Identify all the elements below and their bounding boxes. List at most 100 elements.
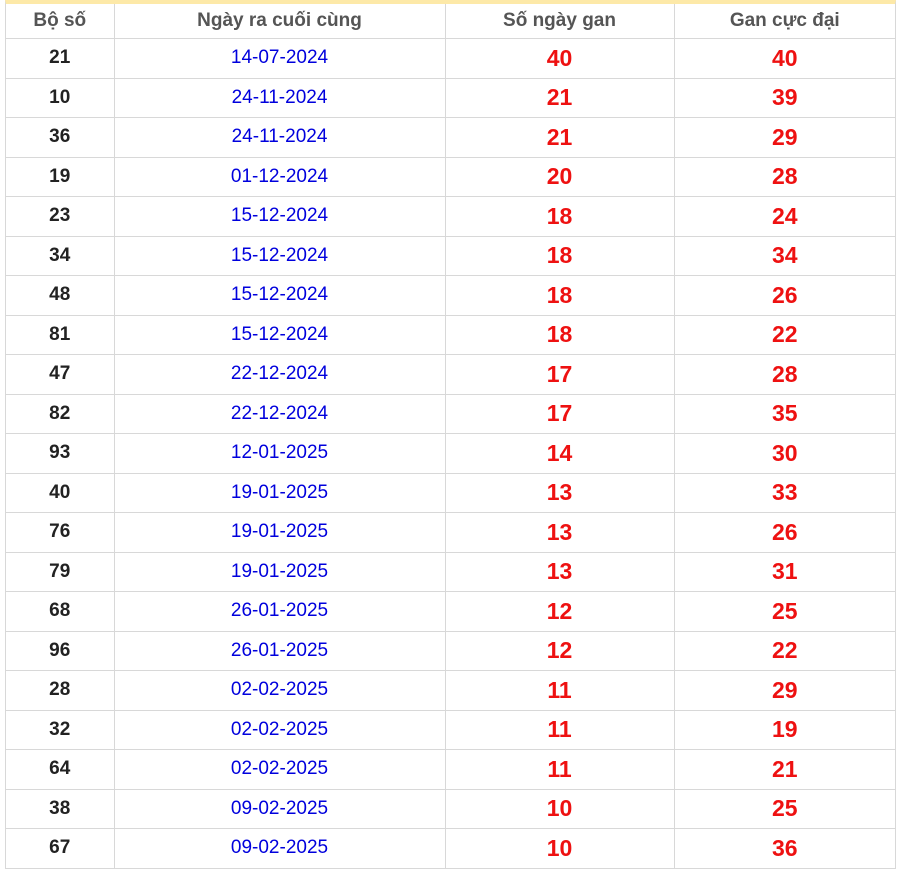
last-date-cell: 15-12-2024 <box>114 196 446 237</box>
last-date-cell: 09-02-2025 <box>114 789 446 829</box>
table-row: 48 15-12-2024 18 26 <box>6 275 895 316</box>
number-cell: 32 <box>6 710 115 750</box>
number-cell: 21 <box>6 38 115 79</box>
table-row: 34 15-12-2024 18 34 <box>6 236 895 276</box>
gan-days-cell: 21 <box>445 78 675 118</box>
last-date-cell: 15-12-2024 <box>114 236 446 276</box>
max-gan-cell: 31 <box>674 552 895 592</box>
max-gan-cell: 19 <box>674 710 895 750</box>
number-cell: 34 <box>6 236 115 276</box>
table-row: 96 26-01-2025 12 22 <box>6 631 895 671</box>
gan-days-cell: 10 <box>445 828 675 868</box>
number-cell: 76 <box>6 512 115 553</box>
gan-days-cell: 40 <box>445 38 675 79</box>
max-gan-cell: 40 <box>674 38 895 79</box>
number-cell: 81 <box>6 315 115 355</box>
max-gan-cell: 36 <box>771 834 798 861</box>
table-row: 38 09-02-2025 10 25 <box>6 789 895 829</box>
gan-days-cell: 12 <box>445 631 675 671</box>
last-date-cell: 26-01-2025 <box>114 591 446 632</box>
table-row: 93 12-01-2025 14 30 <box>6 433 895 474</box>
last-date-cell: 02-02-2025 <box>114 710 446 750</box>
gan-days-cell: 18 <box>445 315 675 355</box>
number-cell: 36 <box>6 117 115 158</box>
max-gan-cell: 21 <box>674 749 895 790</box>
header-last-date: Ngày ra cuối cùng <box>114 4 446 39</box>
max-gan-cell: 25 <box>674 789 895 829</box>
number-cell: 38 <box>6 789 115 829</box>
max-gan-cell: 35 <box>674 394 895 434</box>
max-gan-cell: 30 <box>674 433 895 474</box>
gan-statistics-table: Bộ số Ngày ra cuối cùng Số ngày gan Gan … <box>6 4 895 868</box>
last-date-cell: 24-11-2024 <box>114 78 446 118</box>
gan-days-cell: 13 <box>445 512 675 553</box>
last-date-cell: 26-01-2025 <box>114 631 446 671</box>
gan-days-cell: 18 <box>445 236 675 276</box>
table-row: 19 01-12-2024 20 28 <box>6 157 895 197</box>
number-cell: 47 <box>6 354 115 395</box>
number-cell: 48 <box>6 275 115 316</box>
gan-days-cell: 11 <box>445 670 675 711</box>
number-cell: 23 <box>6 196 115 237</box>
last-date-cell: 02-02-2025 <box>114 749 446 790</box>
last-date-cell: 02-02-2025 <box>114 670 446 711</box>
table-row: 10 24-11-2024 21 39 <box>6 78 895 118</box>
table-row: 47 22-12-2024 17 28 <box>6 354 895 395</box>
max-gan-cell: 28 <box>674 157 895 197</box>
header-gan-days: Số ngày gan <box>445 4 675 39</box>
gan-days-cell: 18 <box>445 275 675 316</box>
table-row: 82 22-12-2024 17 35 <box>6 394 895 434</box>
header-number: Bộ số <box>6 4 115 39</box>
number-cell: 67 <box>6 828 115 868</box>
max-gan-cell: 25 <box>674 591 895 632</box>
table-row: 36 24-11-2024 21 29 <box>6 117 895 158</box>
gan-days-cell: 17 <box>445 354 675 395</box>
last-date-cell: 19-01-2025 <box>114 552 446 592</box>
max-gan-cell: 26 <box>674 275 895 316</box>
max-gan-cell: 22 <box>674 631 895 671</box>
last-date-cell: 14-07-2024 <box>114 38 446 79</box>
gan-days-cell: 11 <box>445 710 675 750</box>
table-row: 81 15-12-2024 18 22 <box>6 315 895 355</box>
table-row: 68 26-01-2025 12 25 <box>6 591 895 632</box>
gan-days-cell: 13 <box>445 473 675 513</box>
max-gan-cell: 28 <box>674 354 895 395</box>
table-row: 32 02-02-2025 11 19 <box>6 710 895 750</box>
table-row: 79 19-01-2025 13 31 <box>6 552 895 592</box>
max-gan-cell: 33 <box>674 473 895 513</box>
last-date-cell: 19-01-2025 <box>114 512 446 553</box>
last-date-cell: 15-12-2024 <box>114 275 446 316</box>
number-cell: 82 <box>6 394 115 434</box>
table-row: 23 15-12-2024 18 24 <box>6 196 895 237</box>
last-date-cell: 22-12-2024 <box>114 394 446 434</box>
table-row: 76 19-01-2025 13 26 <box>6 512 895 553</box>
max-gan-cell: 22 <box>674 315 895 355</box>
max-gan-cell: 29 <box>674 670 895 711</box>
max-gan-cell: 29 <box>674 117 895 158</box>
last-date-cell: 15-12-2024 <box>114 315 446 355</box>
last-date-cell: 24-11-2024 <box>114 117 446 158</box>
max-gan-cell: 34 <box>674 236 895 276</box>
max-gan-cell: 26 <box>674 512 895 553</box>
table-row: 67 09-02-2025 10 36 <box>6 828 895 868</box>
number-cell: 79 <box>6 552 115 592</box>
gan-days-cell: 20 <box>445 157 675 197</box>
gan-days-cell: 11 <box>445 749 675 790</box>
gan-days-cell: 18 <box>445 196 675 237</box>
last-date-cell: 12-01-2025 <box>114 433 446 474</box>
gan-days-cell: 21 <box>445 117 675 158</box>
number-cell: 19 <box>6 157 115 197</box>
table-row: 28 02-02-2025 11 29 <box>6 670 895 711</box>
number-cell: 28 <box>6 670 115 711</box>
number-cell: 96 <box>6 631 115 671</box>
gan-days-cell: 10 <box>445 789 675 829</box>
last-date-cell: 09-02-2025 <box>114 828 446 868</box>
gan-days-cell: 17 <box>445 394 675 434</box>
number-cell: 64 <box>6 749 115 790</box>
number-cell: 68 <box>6 591 115 632</box>
last-date-cell: 22-12-2024 <box>114 354 446 395</box>
gan-days-cell: 12 <box>445 591 675 632</box>
gan-days-cell: 14 <box>445 433 675 474</box>
max-gan-cell: 39 <box>674 78 895 118</box>
gan-statistics-panel: Bộ số Ngày ra cuối cùng Số ngày gan Gan … <box>5 0 896 869</box>
